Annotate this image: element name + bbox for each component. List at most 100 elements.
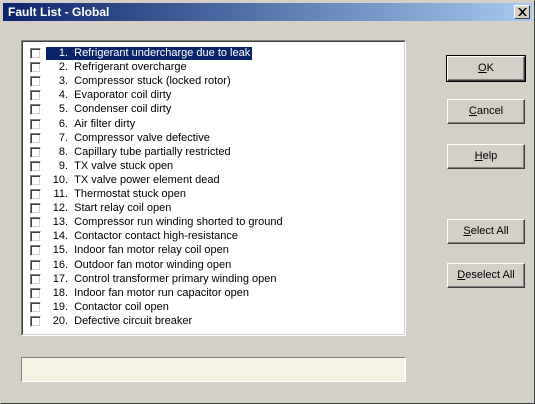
fault-list-item[interactable]: 11. Thermostat stuck open — [30, 188, 400, 202]
fault-checkbox[interactable] — [30, 301, 41, 313]
fault-checkbox[interactable] — [30, 76, 41, 88]
fault-checkbox[interactable] — [30, 104, 41, 116]
fault-list-item[interactable]: 18. Indoor fan motor run capacitor open — [30, 286, 400, 301]
fault-list-item[interactable]: 2. Refrigerant overcharge — [30, 61, 400, 75]
fault-item-number: 15. — [52, 244, 68, 257]
fault-checkbox[interactable] — [30, 189, 41, 200]
fault-list-dialog: Fault List - Global 1. Refrigerant under… — [0, 0, 535, 404]
window-title: Fault List - Global — [8, 5, 110, 19]
cancel-button[interactable]: Cancel — [447, 99, 525, 124]
fault-item-number: 13. — [52, 216, 68, 229]
fault-item-number: 20. — [52, 314, 68, 327]
fault-checkbox[interactable] — [30, 132, 41, 144]
fault-checkbox[interactable] — [30, 203, 41, 215]
fault-item-text: 5. Condenser coil dirty — [46, 103, 173, 116]
fault-item-number: 2. — [58, 61, 68, 74]
fault-list-item[interactable]: 17. Control transformer primary winding … — [30, 273, 400, 287]
fault-item-label: Contactor contact high-resistance — [74, 230, 238, 243]
fault-item-number: 7. — [58, 131, 68, 144]
fault-checkbox[interactable] — [30, 118, 41, 130]
fault-item-text: 8. Capillary tube partially restricted — [46, 146, 233, 159]
fault-item-text: 17. Control transformer primary winding … — [46, 273, 279, 286]
fault-checkbox[interactable] — [30, 315, 41, 327]
fault-list-item[interactable]: 14. Contactor contact high-resistance — [30, 230, 400, 244]
fault-item-text: 20. Defective circuit breaker — [46, 315, 194, 328]
close-button[interactable] — [514, 5, 530, 19]
fault-item-text: 13. Compressor run winding shorted to gr… — [46, 216, 285, 229]
fault-list-item[interactable]: 3. Compressor stuck (locked rotor) — [30, 75, 400, 89]
ok-button[interactable]: OK — [446, 55, 526, 82]
fault-item-label: Thermostat stuck open — [74, 188, 187, 200]
fault-checkbox[interactable] — [30, 245, 41, 257]
fault-item-label: Refrigerant overcharge — [74, 61, 187, 74]
fault-item-label: Indoor fan motor relay coil open — [74, 244, 229, 257]
fault-item-number: 11. — [53, 188, 68, 200]
fault-item-number: 3. — [58, 75, 68, 88]
fault-item-text: 1. Refrigerant undercharge due to leak — [44, 46, 254, 61]
fault-item-label: Defective circuit breaker — [74, 314, 193, 327]
fault-item-number: 17. — [52, 272, 68, 285]
fault-item-label: Contactor coil open — [74, 300, 169, 313]
fault-list-item[interactable]: 10. TX valve power element dead — [30, 173, 400, 188]
fault-item-label: Indoor fan motor run capacitor open — [74, 286, 250, 299]
fault-item-label: Outdoor fan motor winding open — [74, 258, 232, 271]
fault-item-label: Capillary tube partially restricted — [74, 145, 231, 158]
fault-item-text: 2. Refrigerant overcharge — [46, 61, 189, 74]
fault-list-item[interactable]: 4. Evaporator coil dirty — [30, 89, 400, 103]
fault-item-label: Compressor valve defective — [74, 131, 210, 144]
fault-item-label: TX valve stuck open — [74, 159, 174, 172]
fault-list-item[interactable]: 9. TX valve stuck open — [30, 160, 400, 174]
fault-item-label: Compressor run winding shorted to ground — [74, 216, 283, 229]
fault-list-item[interactable]: 13. Compressor run winding shorted to gr… — [30, 216, 400, 230]
fault-checkbox[interactable] — [30, 90, 41, 102]
fault-checkbox[interactable] — [30, 48, 41, 59]
fault-item-number: 9. — [58, 159, 68, 172]
fault-checkbox[interactable] — [30, 273, 41, 285]
fault-list-item[interactable]: 15. Indoor fan motor relay coil open — [30, 244, 400, 258]
deselect-all-button[interactable]: Deselect All — [447, 263, 525, 288]
fault-list-item[interactable]: 5. Condenser coil dirty — [30, 103, 400, 117]
fault-list-item[interactable]: 20. Defective circuit breaker — [30, 315, 400, 329]
fault-item-text: 14. Contactor contact high-resistance — [46, 230, 240, 243]
fault-checkbox[interactable] — [30, 217, 41, 229]
fault-list-item[interactable]: 19. Contactor coil open — [30, 300, 400, 315]
fault-item-text: 4. Evaporator coil dirty — [46, 89, 173, 102]
title-bar[interactable]: Fault List - Global — [3, 3, 532, 21]
fault-item-text: 16. Outdoor fan motor winding open — [46, 259, 233, 272]
fault-list-item[interactable]: 8. Capillary tube partially restricted — [30, 146, 400, 160]
fault-item-number: 16. — [52, 258, 68, 271]
fault-list-item[interactable]: 16. Outdoor fan motor winding open — [30, 259, 400, 273]
fault-item-text: 6. Air filter dirty — [46, 118, 137, 131]
fault-list-item[interactable]: 12. Start relay coil open — [30, 202, 400, 216]
fault-list-item[interactable]: 7. Compressor valve defective — [30, 131, 400, 146]
fault-item-label: Refrigerant undercharge due to leak — [74, 47, 251, 59]
fault-item-label: Control transformer primary winding open — [74, 272, 277, 285]
fault-checkbox[interactable] — [30, 146, 41, 158]
fault-item-number: 8. — [58, 145, 68, 158]
fault-item-number: 19. — [52, 300, 68, 313]
fault-checkbox[interactable] — [30, 231, 41, 243]
fault-item-number: 18. — [52, 286, 68, 299]
status-field — [21, 357, 406, 382]
close-icon — [518, 8, 527, 16]
fault-item-number: 10. — [52, 173, 68, 186]
fault-checkbox[interactable] — [30, 174, 41, 186]
fault-item-text: 9. TX valve stuck open — [46, 160, 175, 173]
fault-item-text: 3. Compressor stuck (locked rotor) — [46, 75, 233, 88]
fault-checkbox[interactable] — [30, 160, 41, 172]
fault-item-label: TX valve power element dead — [74, 173, 220, 186]
help-button[interactable]: Help — [447, 144, 525, 169]
fault-item-number: 14. — [52, 230, 68, 243]
fault-item-text: 15. Indoor fan motor relay coil open — [46, 244, 231, 257]
fault-item-text: 12. Start relay coil open — [46, 202, 173, 215]
fault-item-label: Condenser coil dirty — [74, 103, 172, 116]
fault-checkbox[interactable] — [30, 287, 41, 299]
fault-list-item[interactable]: 6. Air filter dirty — [30, 118, 400, 132]
fault-checkbox[interactable] — [30, 62, 41, 74]
fault-item-label: Start relay coil open — [74, 202, 172, 215]
select-all-button[interactable]: Select All — [447, 219, 525, 244]
fault-checklist[interactable]: 1. Refrigerant undercharge due to leak 2.… — [21, 40, 406, 336]
fault-checkbox[interactable] — [30, 259, 41, 271]
fault-item-number: 4. — [58, 89, 68, 102]
fault-list-item[interactable]: 1. Refrigerant undercharge due to leak — [30, 46, 400, 61]
